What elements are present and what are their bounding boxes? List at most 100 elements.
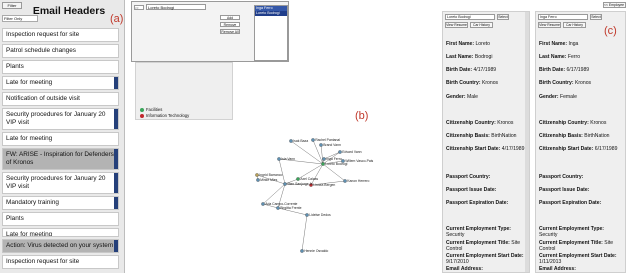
graph-node[interactable] (261, 202, 265, 206)
filter-select[interactable]: Filter Only (2, 15, 38, 22)
view-resume-button[interactable]: View Resume (445, 22, 468, 28)
email-row[interactable]: Security procedures for January 20 VIP v… (2, 172, 119, 194)
graph-node-label: Edvard Vann (342, 150, 361, 154)
select-button[interactable]: Select (590, 14, 602, 20)
graph-node[interactable] (300, 249, 304, 253)
email-row[interactable]: Late for meeting (2, 76, 119, 90)
field-value: Bodrogi (474, 54, 493, 61)
employee-card-right: Inga Ferro Select View Resume Car Histor… (535, 11, 626, 273)
email-subject: Inspection request for site (6, 31, 80, 38)
scrollbar[interactable] (114, 197, 118, 209)
employee-field: Citizenship Country: Kronos (539, 120, 623, 126)
field-value: 4/17/1989 (501, 146, 525, 153)
email-row[interactable]: FW: ARISE - Inspiration for Defenders of… (2, 148, 119, 170)
remove-button[interactable]: Remove (220, 22, 240, 27)
email-subject: Late for meeting (6, 79, 53, 86)
email-subject: Notification of outside visit (6, 95, 80, 102)
scrollbar[interactable] (114, 173, 118, 193)
employee-info-toggle-button[interactable]: << Employee Info (603, 2, 626, 8)
field-label: Gender: (539, 93, 559, 100)
graph-node-label: Willem Vasco-Pais (345, 159, 373, 163)
employee-field: Passport Country: (539, 174, 623, 180)
graph-node[interactable] (276, 206, 280, 210)
employee-field: First Name: Loreto (446, 41, 529, 47)
email-subject: Mandatory training (6, 199, 59, 206)
email-subject: Late for meeting (6, 231, 53, 237)
field-value: Female (559, 93, 577, 100)
field-label: Birth Date: (446, 67, 473, 74)
email-row[interactable]: Inspection request for site (2, 255, 119, 269)
email-row[interactable]: Late for meeting (2, 228, 119, 237)
email-row[interactable]: Mandatory training (2, 196, 119, 210)
employee-select[interactable]: Loreto Bodrogi (146, 4, 206, 10)
graph-node[interactable] (319, 143, 323, 147)
car-history-button[interactable]: Car History (563, 22, 586, 28)
scrollbar[interactable] (114, 240, 118, 252)
email-row[interactable]: Security procedures for January 20 VIP v… (2, 108, 119, 130)
employee-field: Current Employment Start Date: 1/11/2013 (539, 253, 623, 265)
employee-field: Gender: Male (446, 94, 529, 100)
field-value: 6/17/1989 (594, 146, 618, 153)
scrollbar[interactable] (114, 109, 118, 129)
graph-node[interactable] (277, 157, 281, 161)
employee-field: Citizenship Start Date: 4/17/1989 (446, 146, 529, 153)
add-button[interactable]: Add (220, 15, 240, 20)
employee-select[interactable]: Inga Ferro (538, 14, 588, 20)
collapse-button[interactable]: << (134, 5, 144, 10)
list-item[interactable]: Loreto Bodrogi (255, 11, 287, 16)
field-value: 4/17/1989 (473, 67, 497, 74)
employee-field: Birth Country: Kronos (539, 80, 623, 86)
graph-node[interactable] (338, 150, 342, 154)
email-subject: Late for meeting (6, 135, 53, 142)
email-row[interactable]: Action: Virus detected on your system (2, 239, 119, 253)
graph-edge (310, 163, 324, 186)
graph-node[interactable] (305, 213, 309, 217)
graph-node[interactable] (283, 182, 287, 186)
email-row[interactable]: Notification of outside visit (2, 92, 119, 106)
select-button[interactable]: Select (497, 14, 509, 20)
graph-node-label: Hennie Osvaldo (304, 249, 328, 253)
field-label: Birth Country: (539, 80, 574, 87)
filter-button[interactable]: Filter (2, 2, 22, 9)
employee-field: Current Employment Start Date: 9/17/2010 (446, 253, 529, 265)
email-subject: FW: ARISE - Inspiration for Defenders of… (6, 151, 114, 166)
view-resume-button[interactable]: View Resume (538, 22, 561, 28)
employee-field: First Name: Inga (539, 41, 623, 47)
employee-field: Citizenship Basis: BirthNation (446, 133, 529, 139)
employee-field: Passport Expiration Date: (446, 200, 529, 206)
graph-node[interactable] (296, 177, 300, 181)
graph-node[interactable] (343, 179, 347, 183)
field-label: Birth Country: (446, 80, 481, 87)
remove-all-button[interactable]: Remove All (220, 29, 240, 34)
email-row[interactable]: Late for meeting (2, 132, 119, 146)
selected-employees-list[interactable]: Inga Ferro Loreto Bodrogi (254, 5, 288, 61)
email-row[interactable]: Plants (2, 60, 119, 74)
email-row[interactable]: Patrol schedule changes (2, 44, 119, 58)
graph-edge (301, 214, 308, 252)
field-label: Birth Date: (539, 67, 566, 74)
graph-node-label: Loreto Bodrogi (325, 162, 347, 166)
employee-select[interactable]: Loreto Bodrogi (445, 14, 495, 20)
graph-node[interactable] (311, 138, 315, 142)
graph-node[interactable] (289, 139, 293, 143)
email-list: Inspection request for site Patrol schedu… (2, 28, 121, 273)
graph-node-label: Sten Sanjorge Jr (287, 182, 313, 186)
email-row[interactable]: Inspection request for site (2, 28, 119, 42)
car-history-button[interactable]: Car History (470, 22, 493, 28)
graph-node[interactable] (322, 157, 326, 161)
employee-field: Gender: Female (539, 94, 623, 100)
employee-selector-window: << Loreto Bodrogi Add Remove Remove All … (131, 1, 289, 62)
email-row[interactable]: Plants (2, 212, 119, 226)
scrollbar[interactable] (114, 149, 118, 169)
graph-node-label: Isak Baza (293, 139, 308, 143)
field-label: Citizenship Start Date: (446, 146, 501, 153)
graph-node[interactable] (256, 178, 260, 182)
graph-node[interactable] (321, 162, 325, 166)
graph-node-label: Ingrid Barranco (259, 173, 282, 177)
graph-edge (322, 163, 346, 182)
graph-node[interactable] (255, 173, 259, 177)
employee-field: Last Name: Bodrogi (446, 54, 529, 61)
email-subject: Action: Virus detected on your system (6, 242, 114, 249)
communication-network-graph[interactable]: Isak Baza Rachel Pantanal Isia Vann Brand V… (244, 128, 374, 253)
scrollbar[interactable] (114, 77, 118, 89)
